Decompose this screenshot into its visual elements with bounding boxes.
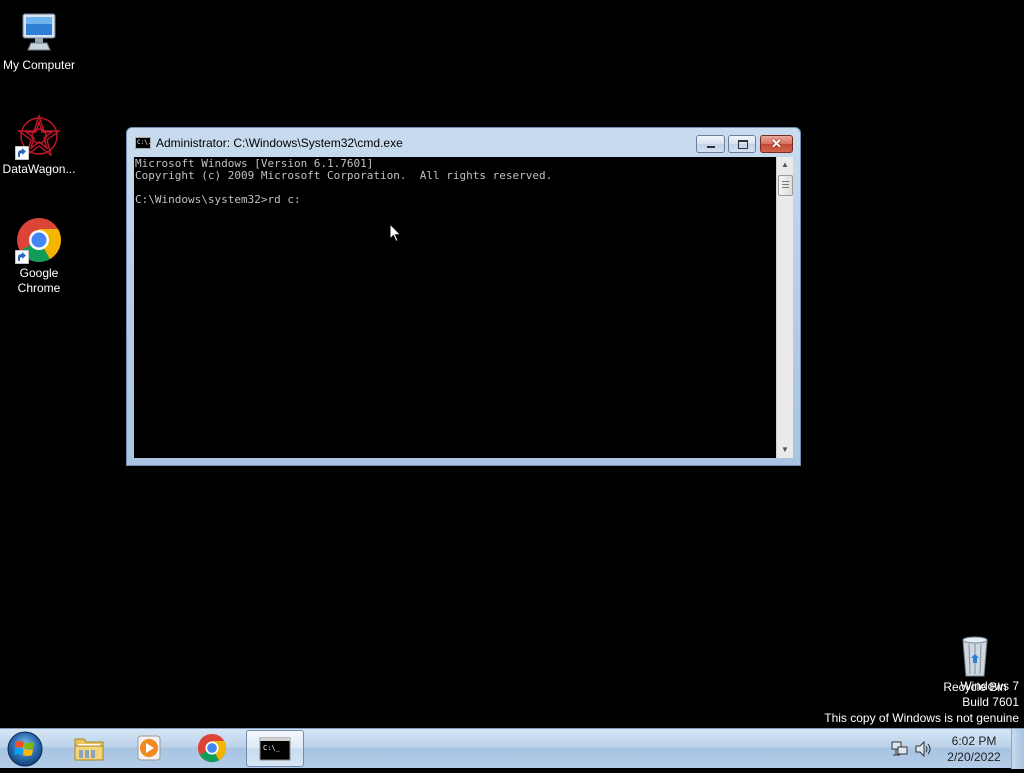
media-player-icon xyxy=(137,735,161,761)
folder-icon xyxy=(74,738,104,761)
google-chrome-label: Google Chrome xyxy=(17,266,61,295)
window-titlebar[interactable]: C:\. Administrator: C:\Windows\System32\… xyxy=(127,128,800,158)
recycle-bin-icon xyxy=(951,630,999,678)
datawagon-icon xyxy=(15,112,63,160)
network-icon[interactable] xyxy=(891,741,909,757)
vertical-scrollbar[interactable]: ▲ ▼ xyxy=(776,157,793,458)
windows-watermark: Windows 7 Build 7601 This copy of Window… xyxy=(824,678,1019,726)
taskbar-clock[interactable]: 6:02 PM 2/20/2022 xyxy=(940,733,1008,765)
scrollbar-thumb[interactable] xyxy=(778,175,793,196)
close-icon: ✕ xyxy=(771,136,782,151)
maximize-button[interactable] xyxy=(728,135,756,153)
watermark-genuine-notice: This copy of Windows is not genuine xyxy=(824,711,1019,725)
my-computer-label: My Computer xyxy=(2,58,76,72)
scroll-down-arrow-icon[interactable]: ▼ xyxy=(777,443,793,457)
watermark-os: Windows 7 xyxy=(960,679,1019,693)
close-button[interactable]: ✕ xyxy=(760,135,793,153)
console-prompt-line: C:\Windows\system32>rd c: xyxy=(135,193,301,206)
taskbar-cmd-button[interactable]: C:\_ xyxy=(246,730,304,767)
window-title: Administrator: C:\Windows\System32\cmd.e… xyxy=(156,136,403,150)
desktop: My Computer DataWagon... Google Chrome R… xyxy=(0,0,1024,728)
taskbar-explorer-button[interactable] xyxy=(61,730,117,767)
chrome-icon xyxy=(197,733,227,763)
minimize-icon xyxy=(697,136,724,152)
clock-time: 6:02 PM xyxy=(951,734,997,748)
minimize-button[interactable] xyxy=(696,135,725,153)
system-tray: 6:02 PM 2/20/2022 xyxy=(880,729,1024,769)
console-line: Copyright (c) 2009 Microsoft Corporation… xyxy=(135,169,553,182)
cmd-icon: C:\_ xyxy=(259,737,291,761)
computer-icon xyxy=(15,8,63,56)
google-chrome-shortcut[interactable]: Google Chrome xyxy=(0,216,78,296)
shortcut-arrow-icon xyxy=(15,146,29,160)
taskbar: C:\_ 6:02 PM 2/20/2022 xyxy=(0,728,1024,769)
windows-logo-icon xyxy=(7,731,43,767)
shortcut-arrow-icon xyxy=(15,250,29,264)
show-desktop-button[interactable] xyxy=(1011,729,1024,769)
volume-icon[interactable] xyxy=(915,741,933,757)
console-area[interactable]: Microsoft Windows [Version 6.1.7601] Cop… xyxy=(134,157,783,458)
datawagon-label: DataWagon... xyxy=(2,162,76,176)
watermark-build: Build 7601 xyxy=(962,695,1019,709)
scroll-up-arrow-icon[interactable]: ▲ xyxy=(777,158,793,172)
svg-text:C:\_: C:\_ xyxy=(263,744,281,752)
datawagon-shortcut[interactable]: DataWagon... xyxy=(0,112,78,177)
cmd-window-icon[interactable]: C:\. xyxy=(135,137,151,149)
mouse-cursor-icon xyxy=(389,223,402,243)
start-button[interactable] xyxy=(5,730,45,768)
my-computer-shortcut[interactable]: My Computer xyxy=(0,8,78,73)
taskbar-media-player-button[interactable] xyxy=(122,730,178,767)
chrome-icon xyxy=(15,216,63,264)
cmd-window[interactable]: C:\. Administrator: C:\Windows\System32\… xyxy=(126,127,801,466)
taskbar-chrome-button[interactable] xyxy=(184,730,240,767)
clock-date: 2/20/2022 xyxy=(947,750,1001,764)
maximize-icon xyxy=(729,136,755,152)
